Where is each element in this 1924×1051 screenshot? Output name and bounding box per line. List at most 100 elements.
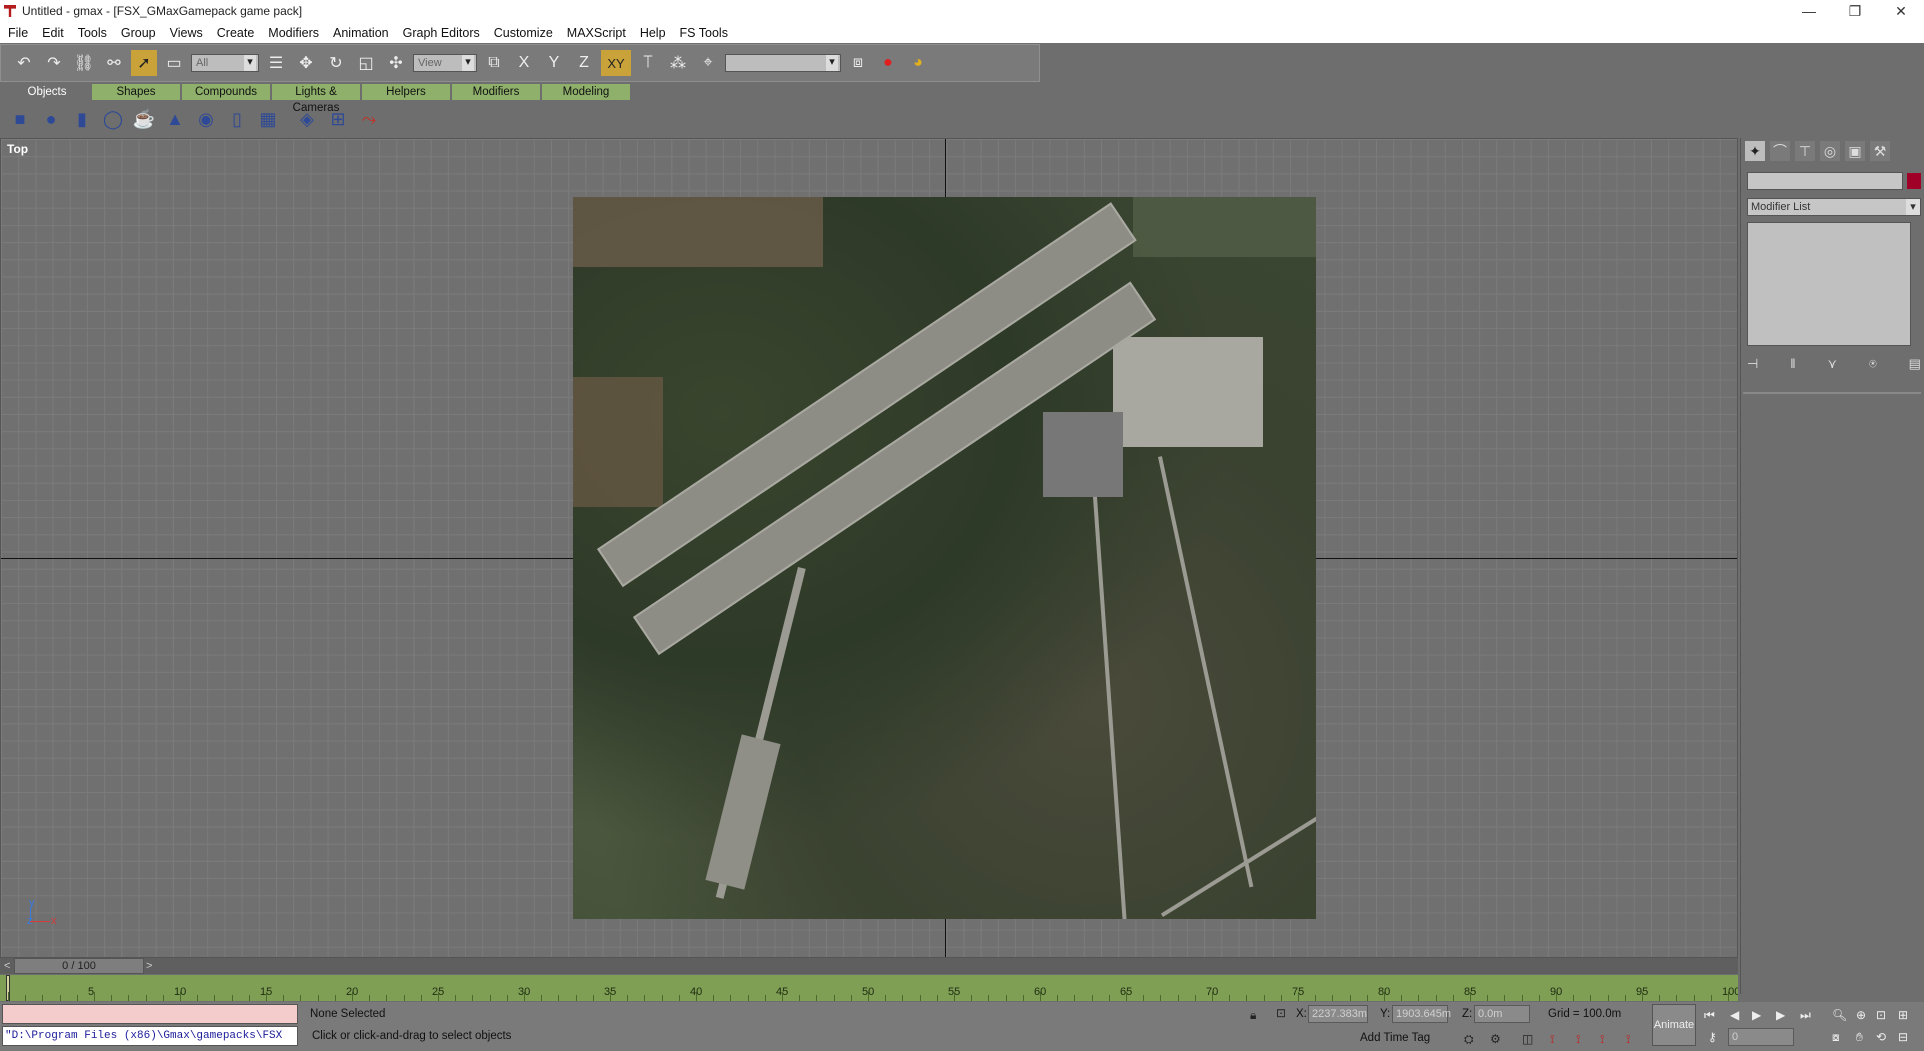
menu-edit[interactable]: Edit — [42, 26, 64, 40]
zoom-extents-all-icon[interactable]: ⊞ — [1898, 1008, 1908, 1022]
pivot-center-icon[interactable]: ✣ — [383, 50, 409, 76]
select-and-link-icon[interactable]: ⛓ — [71, 50, 97, 76]
pan-icon[interactable]: ✋︎ — [1856, 1030, 1863, 1045]
tab-modifiers[interactable]: Modifiers — [452, 84, 542, 100]
menu-customize[interactable]: Customize — [494, 26, 553, 40]
key-mode-toggle-icon[interactable]: ⚷ — [1708, 1030, 1717, 1044]
add-time-tag[interactable]: Add Time Tag — [1360, 1032, 1430, 1044]
create-tab-icon[interactable]: ✦ — [1745, 141, 1765, 161]
plane-icon[interactable]: ▦ — [256, 107, 280, 131]
previous-frame-icon[interactable]: ◀ — [1730, 1008, 1739, 1022]
set-key-icon[interactable]: ⟟ — [1600, 1032, 1604, 1047]
current-frame-field[interactable]: 0 — [1728, 1028, 1794, 1046]
modifier-stack[interactable] — [1747, 222, 1911, 346]
next-frame-icon[interactable]: ▶ — [1776, 1008, 1785, 1022]
hierarchy-tab-icon[interactable]: ⊤ — [1795, 141, 1815, 161]
material-editor-icon[interactable]: ◕ — [905, 50, 931, 76]
teapot-icon[interactable]: ☕ — [132, 107, 156, 131]
menu-modifiers[interactable]: Modifiers — [268, 26, 319, 40]
tab-modeling[interactable]: Modeling — [542, 84, 632, 100]
tab-helpers[interactable]: Helpers — [362, 84, 452, 100]
scale-icon[interactable]: ◱ — [353, 50, 379, 76]
menu-graph-editors[interactable]: Graph Editors — [403, 26, 480, 40]
motion-tab-icon[interactable]: ◎ — [1820, 141, 1840, 161]
minimize-button[interactable]: — — [1786, 0, 1832, 22]
menu-group[interactable]: Group — [121, 26, 156, 40]
select-object-icon[interactable]: ➚ — [131, 50, 157, 76]
layers-icon[interactable]: ⧈ — [845, 50, 871, 76]
menu-tools[interactable]: Tools — [78, 26, 107, 40]
array-icon[interactable]: ⁂ — [665, 50, 691, 76]
box-gizmo-icon[interactable]: ◈ — [295, 107, 319, 131]
auto-key-icon[interactable]: ⟟ — [1626, 1032, 1630, 1047]
geosphere-icon[interactable]: ◉ — [194, 107, 218, 131]
aerial-photo-plane[interactable] — [573, 197, 1316, 919]
selection-filter-dropdown[interactable]: All — [191, 54, 259, 72]
restrict-xy-button[interactable]: XY — [601, 50, 631, 76]
restrict-y-button[interactable]: Y — [541, 50, 567, 76]
reference-coord-dropdown[interactable]: View — [413, 54, 477, 72]
time-slider[interactable]: 0 / 100 — [14, 958, 144, 974]
sphere-icon[interactable]: ● — [39, 107, 63, 131]
region-select-icon[interactable]: ▭ — [161, 50, 187, 76]
remove-modifier-icon[interactable]: ⍟ — [1869, 356, 1877, 374]
go-to-end-icon[interactable]: ⏭ — [1800, 1008, 1811, 1023]
key-mode-icon[interactable]: ⟟ — [1576, 1032, 1580, 1047]
select-by-name-icon[interactable]: ☰ — [263, 50, 289, 76]
percent-snap-icon[interactable]: ◫ — [1522, 1032, 1533, 1046]
z-coord-field[interactable]: 0.0m — [1474, 1005, 1530, 1023]
object-color-swatch[interactable] — [1907, 173, 1921, 189]
rotate-icon[interactable]: ↻ — [323, 50, 349, 76]
play-icon[interactable]: ▶ — [1752, 1008, 1761, 1022]
viewport-label[interactable]: Top — [7, 142, 28, 156]
zoom-extents-icon[interactable]: ⊡ — [1876, 1008, 1886, 1022]
restrict-z-button[interactable]: Z — [571, 50, 597, 76]
unlink-icon[interactable]: ⚯ — [101, 50, 127, 76]
track-bar[interactable]: 5 10 15 20 25 30 35 40 45 50 55 60 65 70 75 80 85 90 95 100 — [0, 975, 1738, 1001]
show-end-result-icon[interactable]: ‖ — [1790, 356, 1795, 374]
named-selection-dropdown[interactable] — [725, 54, 841, 72]
spinner-snap-icon[interactable]: ⟟ — [1550, 1032, 1554, 1047]
y-coord-field[interactable]: 1903.645m — [1392, 1005, 1451, 1023]
cone-icon[interactable]: ▲ — [163, 107, 187, 131]
maximize-viewport-icon[interactable]: ⊟ — [1898, 1030, 1908, 1044]
configure-sets-icon[interactable]: ▤ — [1909, 356, 1921, 374]
maxscript-listener-input[interactable] — [2, 1004, 298, 1024]
restore-button[interactable]: ❐ — [1832, 0, 1878, 22]
align-icon[interactable]: ⌖ — [695, 50, 721, 76]
tab-objects[interactable]: Objects — [4, 84, 92, 100]
mirror-icon[interactable]: ⧉ — [481, 50, 507, 76]
torus-icon[interactable]: ◯ — [101, 107, 125, 131]
render-icon[interactable]: ● — [875, 50, 901, 76]
cylinder-icon[interactable]: ▮ — [70, 107, 94, 131]
animate-button[interactable]: Animate — [1652, 1004, 1696, 1046]
restrict-x-button[interactable]: X — [511, 50, 537, 76]
region-zoom-icon[interactable]: ⧇ — [1832, 1030, 1840, 1045]
go-to-start-icon[interactable]: ⏮ — [1704, 1008, 1715, 1023]
grid-helper-icon[interactable]: ⊞ — [326, 107, 350, 131]
snap-toggle-icon[interactable]: ⛭ — [1464, 1032, 1474, 1047]
utilities-tab-icon[interactable]: ⚒ — [1870, 141, 1890, 161]
display-tab-icon[interactable]: ▣ — [1845, 141, 1865, 161]
box-icon[interactable]: ■ — [8, 107, 32, 131]
menu-views[interactable]: Views — [170, 26, 203, 40]
tube-icon[interactable]: ▯ — [225, 107, 249, 131]
modify-tab-icon[interactable]: ⌒ — [1770, 141, 1790, 161]
undo-icon[interactable]: ↶ — [11, 50, 37, 76]
x-coord-field[interactable]: 2237.383m — [1308, 1005, 1368, 1023]
close-button[interactable]: ✕ — [1878, 0, 1924, 22]
maxscript-listener-output[interactable]: "D:\Program Files (x86)\Gmax\gamepacks\F… — [2, 1026, 298, 1046]
time-prev-button[interactable]: < — [4, 958, 10, 974]
absolute-mode-icon[interactable]: ⊡ — [1276, 1006, 1286, 1020]
arc-rotate-icon[interactable]: ⟲ — [1876, 1030, 1886, 1044]
object-name-field[interactable] — [1747, 172, 1903, 190]
tab-lights-cameras[interactable]: Lights & Cameras — [272, 84, 362, 114]
tab-shapes[interactable]: Shapes — [92, 84, 182, 100]
zoom-icon[interactable]: 🔍︎ — [1832, 1008, 1847, 1022]
mirror-tool-icon[interactable]: ⟙ — [635, 50, 661, 76]
menu-create[interactable]: Create — [217, 26, 255, 40]
menu-fs-tools[interactable]: FS Tools — [680, 26, 728, 40]
menu-help[interactable]: Help — [640, 26, 666, 40]
make-unique-icon[interactable]: ⋎ — [1828, 356, 1838, 374]
menu-file[interactable]: File — [8, 26, 28, 40]
